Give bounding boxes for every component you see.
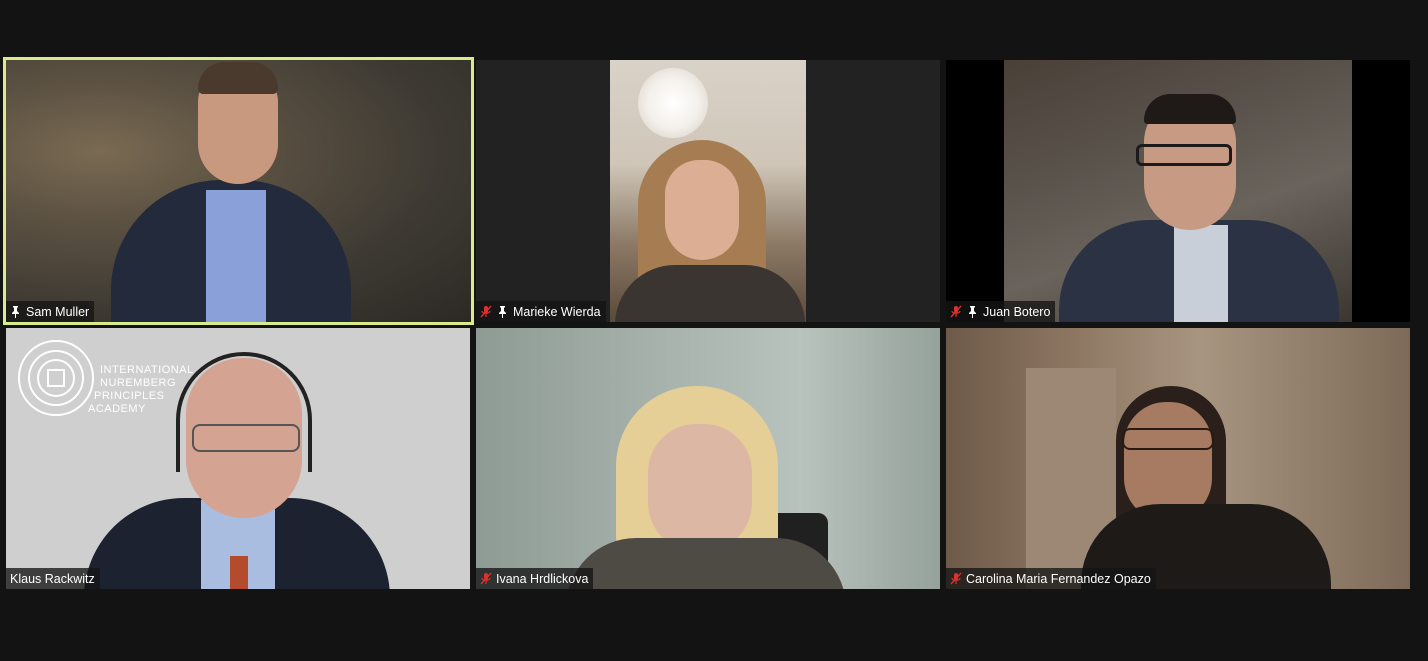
video-tile-carolina-maria-fernandez-opazo[interactable]: Carolina Maria Fernandez Opazo [946, 328, 1410, 589]
video-feed [610, 60, 806, 322]
participant-hair [198, 62, 278, 94]
participant-tie [230, 556, 248, 589]
name-tag: Ivana Hrdlickova [476, 568, 594, 589]
mic-muted-icon [949, 572, 962, 585]
pin-icon [966, 305, 979, 318]
mic-muted-icon [479, 305, 492, 318]
participant-hair [1144, 94, 1236, 124]
name-tag: Marieke Wierda [476, 301, 606, 322]
participant-name: Juan Botero [983, 304, 1051, 319]
mic-muted-icon [479, 572, 492, 585]
participant-shirt [206, 190, 266, 322]
participant-head [648, 424, 752, 554]
video-tile-marieke-wierda[interactable]: Marieke Wierda [476, 60, 940, 322]
glasses [192, 424, 300, 452]
video-tile-klaus-rackwitz[interactable]: INTERNATIONAL NUREMBERG PRINCIPLES ACADE… [6, 328, 470, 589]
name-tag: Sam Muller [6, 301, 95, 322]
glasses [1122, 428, 1214, 450]
name-tag: Juan Botero [946, 301, 1056, 322]
name-tag: Klaus Rackwitz [6, 568, 100, 589]
ceiling-light [638, 68, 708, 138]
academy-logo [18, 340, 94, 416]
participant-body [615, 265, 805, 322]
name-tag: Carolina Maria Fernandez Opazo [946, 568, 1156, 589]
mic-muted-icon [949, 305, 962, 318]
glasses [1136, 144, 1232, 166]
pin-icon [9, 305, 22, 318]
video-tile-juan-botero[interactable]: Juan Botero [946, 60, 1410, 322]
participant-name: Carolina Maria Fernandez Opazo [966, 571, 1151, 586]
participant-name: Marieke Wierda [513, 304, 601, 319]
participant-name: Ivana Hrdlickova [496, 571, 589, 586]
pin-icon [496, 305, 509, 318]
participant-body [566, 538, 846, 589]
participant-head [665, 160, 739, 260]
video-tile-ivana-hrdlickova[interactable]: Ivana Hrdlickova [476, 328, 940, 589]
video-tile-sam-muller[interactable]: Sam Muller [6, 60, 471, 322]
participant-name: Sam Muller [26, 304, 90, 319]
participant-shirt [1174, 225, 1228, 322]
video-feed [1004, 60, 1352, 322]
participant-name: Klaus Rackwitz [10, 571, 95, 586]
